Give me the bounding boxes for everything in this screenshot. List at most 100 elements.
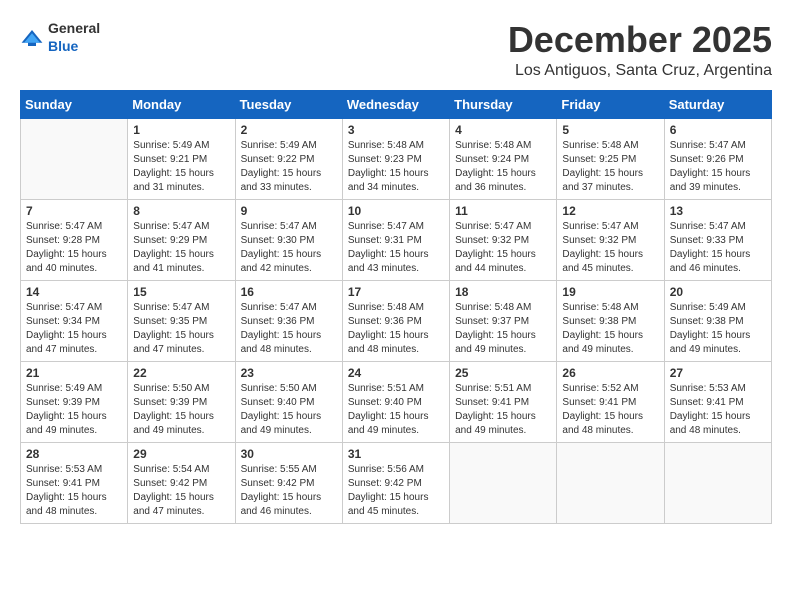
day-info: Sunrise: 5:48 AM Sunset: 9:37 PM Dayligh… (455, 301, 551, 357)
month-title: December 2025 (508, 20, 772, 60)
calendar-cell: 11 Sunrise: 5:47 AM Sunset: 9:32 PM Dayli… (450, 199, 557, 280)
day-info: Sunrise: 5:48 AM Sunset: 9:23 PM Dayligh… (348, 139, 444, 195)
day-info: Sunrise: 5:50 AM Sunset: 9:40 PM Dayligh… (241, 382, 337, 438)
day-number: 15 (133, 285, 229, 299)
day-number: 22 (133, 366, 229, 380)
day-info: Sunrise: 5:47 AM Sunset: 9:29 PM Dayligh… (133, 220, 229, 276)
day-number: 10 (348, 204, 444, 218)
weekday-header: Wednesday (342, 90, 449, 118)
day-info: Sunrise: 5:48 AM Sunset: 9:38 PM Dayligh… (562, 301, 658, 357)
day-info: Sunrise: 5:51 AM Sunset: 9:41 PM Dayligh… (455, 382, 551, 438)
calendar-cell: 30 Sunrise: 5:55 AM Sunset: 9:42 PM Dayli… (235, 442, 342, 523)
day-number: 21 (26, 366, 122, 380)
title-area: December 2025 Los Antiguos, Santa Cruz, … (508, 20, 772, 80)
day-info: Sunrise: 5:53 AM Sunset: 9:41 PM Dayligh… (670, 382, 766, 438)
day-number: 31 (348, 447, 444, 461)
day-info: Sunrise: 5:50 AM Sunset: 9:39 PM Dayligh… (133, 382, 229, 438)
day-info: Sunrise: 5:53 AM Sunset: 9:41 PM Dayligh… (26, 463, 122, 519)
day-info: Sunrise: 5:47 AM Sunset: 9:32 PM Dayligh… (562, 220, 658, 276)
calendar-cell: 2 Sunrise: 5:49 AM Sunset: 9:22 PM Daylig… (235, 118, 342, 199)
day-info: Sunrise: 5:47 AM Sunset: 9:34 PM Dayligh… (26, 301, 122, 357)
day-number: 12 (562, 204, 658, 218)
day-number: 19 (562, 285, 658, 299)
logo-text: General Blue (48, 20, 100, 56)
day-number: 20 (670, 285, 766, 299)
calendar: SundayMondayTuesdayWednesdayThursdayFrid… (20, 90, 772, 524)
day-info: Sunrise: 5:51 AM Sunset: 9:40 PM Dayligh… (348, 382, 444, 438)
calendar-week-row: 1 Sunrise: 5:49 AM Sunset: 9:21 PM Daylig… (21, 118, 772, 199)
day-info: Sunrise: 5:47 AM Sunset: 9:28 PM Dayligh… (26, 220, 122, 276)
day-number: 13 (670, 204, 766, 218)
calendar-cell: 4 Sunrise: 5:48 AM Sunset: 9:24 PM Daylig… (450, 118, 557, 199)
day-info: Sunrise: 5:48 AM Sunset: 9:25 PM Dayligh… (562, 139, 658, 195)
calendar-cell: 28 Sunrise: 5:53 AM Sunset: 9:41 PM Dayli… (21, 442, 128, 523)
calendar-cell: 20 Sunrise: 5:49 AM Sunset: 9:38 PM Dayli… (664, 280, 771, 361)
calendar-cell (664, 442, 771, 523)
day-number: 24 (348, 366, 444, 380)
day-number: 11 (455, 204, 551, 218)
day-info: Sunrise: 5:47 AM Sunset: 9:36 PM Dayligh… (241, 301, 337, 357)
day-number: 16 (241, 285, 337, 299)
day-number: 4 (455, 123, 551, 137)
day-info: Sunrise: 5:47 AM Sunset: 9:26 PM Dayligh… (670, 139, 766, 195)
day-number: 2 (241, 123, 337, 137)
logo-icon (20, 28, 44, 48)
calendar-cell: 10 Sunrise: 5:47 AM Sunset: 9:31 PM Dayli… (342, 199, 449, 280)
day-number: 7 (26, 204, 122, 218)
day-info: Sunrise: 5:49 AM Sunset: 9:38 PM Dayligh… (670, 301, 766, 357)
calendar-cell: 3 Sunrise: 5:48 AM Sunset: 9:23 PM Daylig… (342, 118, 449, 199)
day-number: 17 (348, 285, 444, 299)
calendar-cell (21, 118, 128, 199)
calendar-cell: 9 Sunrise: 5:47 AM Sunset: 9:30 PM Daylig… (235, 199, 342, 280)
calendar-cell: 25Sunrise: 5:51 AM Sunset: 9:41 PM Dayli… (450, 361, 557, 442)
calendar-week-row: 21 Sunrise: 5:49 AM Sunset: 9:39 PM Dayli… (21, 361, 772, 442)
day-info: Sunrise: 5:55 AM Sunset: 9:42 PM Dayligh… (241, 463, 337, 519)
day-number: 28 (26, 447, 122, 461)
weekday-header: Tuesday (235, 90, 342, 118)
day-info: Sunrise: 5:47 AM Sunset: 9:33 PM Dayligh… (670, 220, 766, 276)
calendar-cell: 16 Sunrise: 5:47 AM Sunset: 9:36 PM Dayli… (235, 280, 342, 361)
calendar-cell: 7 Sunrise: 5:47 AM Sunset: 9:28 PM Daylig… (21, 199, 128, 280)
day-info: Sunrise: 5:49 AM Sunset: 9:21 PM Dayligh… (133, 139, 229, 195)
weekday-header-row: SundayMondayTuesdayWednesdayThursdayFrid… (21, 90, 772, 118)
day-number: 9 (241, 204, 337, 218)
day-info: Sunrise: 5:54 AM Sunset: 9:42 PM Dayligh… (133, 463, 229, 519)
location-title: Los Antiguos, Santa Cruz, Argentina (508, 62, 772, 80)
calendar-cell: 5Sunrise: 5:48 AM Sunset: 9:25 PM Daylig… (557, 118, 664, 199)
day-number: 27 (670, 366, 766, 380)
day-number: 14 (26, 285, 122, 299)
weekday-header: Monday (128, 90, 235, 118)
day-info: Sunrise: 5:48 AM Sunset: 9:36 PM Dayligh… (348, 301, 444, 357)
calendar-cell: 21 Sunrise: 5:49 AM Sunset: 9:39 PM Dayli… (21, 361, 128, 442)
calendar-cell: 19 Sunrise: 5:48 AM Sunset: 9:38 PM Dayli… (557, 280, 664, 361)
day-number: 18 (455, 285, 551, 299)
calendar-week-row: 28 Sunrise: 5:53 AM Sunset: 9:41 PM Dayli… (21, 442, 772, 523)
weekday-header: Saturday (664, 90, 771, 118)
day-info: Sunrise: 5:49 AM Sunset: 9:39 PM Dayligh… (26, 382, 122, 438)
day-number: 3 (348, 123, 444, 137)
logo: General Blue (20, 20, 100, 56)
calendar-cell: 18 Sunrise: 5:48 AM Sunset: 9:37 PM Dayli… (450, 280, 557, 361)
day-info: Sunrise: 5:49 AM Sunset: 9:22 PM Dayligh… (241, 139, 337, 195)
day-number: 26 (562, 366, 658, 380)
calendar-cell: 13 Sunrise: 5:47 AM Sunset: 9:33 PM Dayli… (664, 199, 771, 280)
day-info: Sunrise: 5:52 AM Sunset: 9:41 PM Dayligh… (562, 382, 658, 438)
calendar-cell: 12 Sunrise: 5:47 AM Sunset: 9:32 PM Dayli… (557, 199, 664, 280)
day-number: 30 (241, 447, 337, 461)
calendar-cell: 17 Sunrise: 5:48 AM Sunset: 9:36 PM Dayli… (342, 280, 449, 361)
calendar-cell: 31Sunrise: 5:56 AM Sunset: 9:42 PM Dayli… (342, 442, 449, 523)
day-info: Sunrise: 5:47 AM Sunset: 9:31 PM Dayligh… (348, 220, 444, 276)
calendar-cell: 15 Sunrise: 5:47 AM Sunset: 9:35 PM Dayli… (128, 280, 235, 361)
calendar-cell: 1 Sunrise: 5:49 AM Sunset: 9:21 PM Daylig… (128, 118, 235, 199)
calendar-week-row: 14 Sunrise: 5:47 AM Sunset: 9:34 PM Dayli… (21, 280, 772, 361)
calendar-cell: 24 Sunrise: 5:51 AM Sunset: 9:40 PM Dayli… (342, 361, 449, 442)
calendar-cell: 27 Sunrise: 5:53 AM Sunset: 9:41 PM Dayli… (664, 361, 771, 442)
day-info: Sunrise: 5:47 AM Sunset: 9:30 PM Dayligh… (241, 220, 337, 276)
day-number: 8 (133, 204, 229, 218)
weekday-header: Sunday (21, 90, 128, 118)
day-info: Sunrise: 5:48 AM Sunset: 9:24 PM Dayligh… (455, 139, 551, 195)
day-info: Sunrise: 5:47 AM Sunset: 9:32 PM Dayligh… (455, 220, 551, 276)
day-number: 29 (133, 447, 229, 461)
day-info: Sunrise: 5:47 AM Sunset: 9:35 PM Dayligh… (133, 301, 229, 357)
day-number: 1 (133, 123, 229, 137)
